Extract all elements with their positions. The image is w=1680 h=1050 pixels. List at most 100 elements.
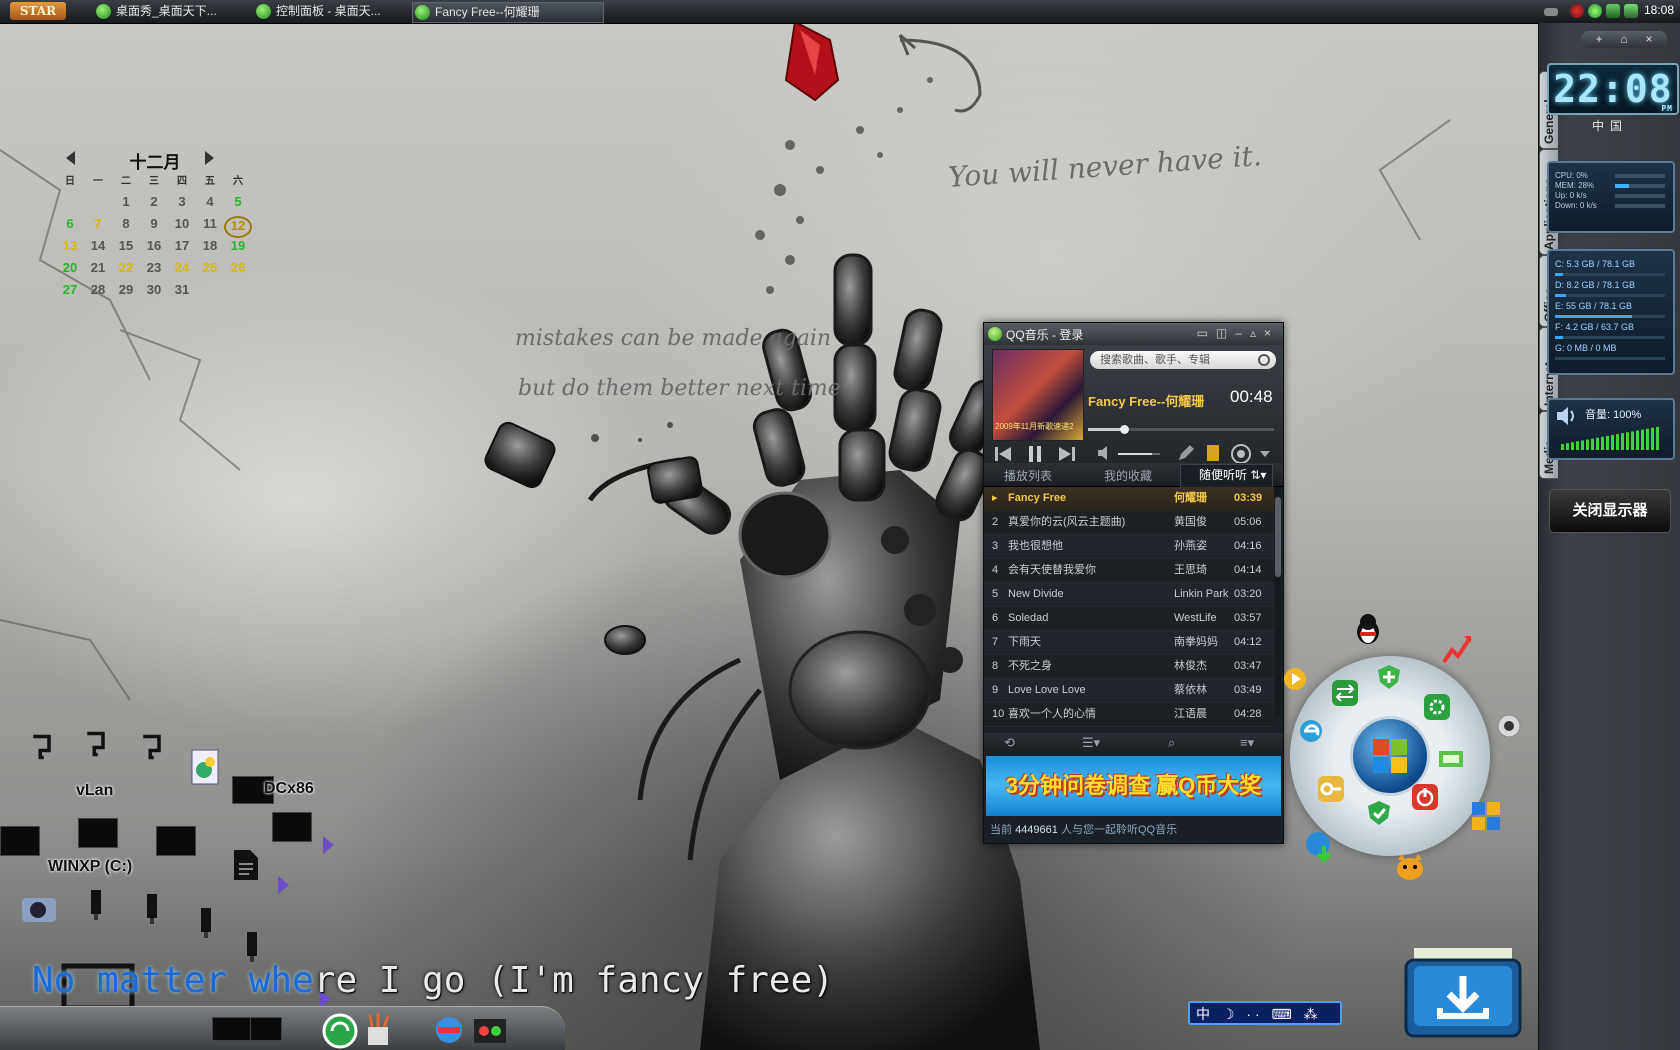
calendar-day[interactable]: 1 [112, 194, 140, 216]
icon-label-dcx86[interactable]: DCx86 [264, 780, 314, 798]
desktop-lyric[interactable]: No matter where I go (I'm fancy free) [32, 960, 834, 1001]
gears-icon[interactable] [1424, 694, 1450, 720]
digital-clock-gadget[interactable]: 22:08 PM [1547, 63, 1679, 115]
calendar-day[interactable]: 23 [140, 260, 168, 282]
playlist-row[interactable]: 9 Love Love Love 蔡依林 03:49 [984, 679, 1274, 703]
volume-gadget[interactable]: 音量: 100% [1547, 398, 1675, 460]
stats-arrow-icon[interactable] [1442, 632, 1472, 666]
qq-music-titlebar[interactable]: QQ音乐 - 登录 ▭◫–▵× [984, 323, 1283, 345]
play-circle-icon[interactable] [1282, 666, 1308, 692]
usb-device-icon[interactable] [88, 888, 104, 922]
calendar-day[interactable]: 26 [224, 260, 252, 282]
keyboard-icon[interactable] [1544, 8, 1558, 16]
network-drive-icon[interactable] [26, 733, 58, 761]
drive-row[interactable]: F: 4.2 GB / 63.7 GB [1549, 320, 1673, 341]
playlist-scrollbar[interactable] [1275, 487, 1281, 717]
chevron-down-icon[interactable] [1258, 443, 1272, 463]
cat-mascot-icon[interactable] [1394, 852, 1426, 882]
drive-row[interactable]: E: 55 GB / 78.1 GB [1549, 299, 1673, 320]
playlist-row[interactable]: 5 New Divide Linkin Park 03:20 [984, 583, 1274, 607]
game-icon[interactable] [472, 1013, 508, 1047]
search-icon[interactable] [1258, 354, 1270, 366]
calendar-day[interactable]: 27 [56, 282, 84, 304]
qq-penguin-icon[interactable] [1352, 612, 1384, 646]
shield-icon[interactable] [1606, 4, 1620, 18]
brushes-icon[interactable] [364, 1013, 392, 1047]
usb-device-icon[interactable] [244, 930, 260, 964]
playlist-row[interactable]: ▸ Fancy Free 何耀珊 03:39 [984, 487, 1274, 511]
calendar-day[interactable]: 15 [112, 238, 140, 260]
ie-icon[interactable] [1298, 718, 1324, 744]
mini-mode-icon[interactable]: ▭ [1197, 326, 1216, 340]
menu-icon[interactable]: ≡▾ [1240, 735, 1254, 751]
playlist-row[interactable]: 8 不死之身 林俊杰 03:47 [984, 655, 1274, 679]
prev-month-icon[interactable] [66, 151, 75, 165]
calendar-day[interactable]: 22 [112, 260, 140, 282]
search-icon[interactable]: ⌕ [1168, 735, 1175, 751]
calendar-day[interactable]: 13 [56, 238, 84, 260]
document-icon[interactable] [232, 848, 260, 882]
search-input[interactable]: 搜索歌曲、歌手、专辑 [1090, 351, 1276, 369]
playlist-row[interactable]: 7 下雨天 南拳妈妈 04:12 [984, 631, 1274, 655]
calendar-day[interactable]: 10 [168, 216, 196, 238]
network-drive-icon[interactable] [136, 733, 168, 761]
download-icon[interactable] [1404, 948, 1522, 1038]
loop-icon[interactable]: ⟲ [1004, 735, 1015, 751]
volume-level-bars[interactable] [1559, 426, 1663, 450]
calendar-day[interactable]: 9 [140, 216, 168, 238]
volume-slider[interactable] [1118, 453, 1160, 455]
next-month-icon[interactable] [205, 151, 214, 165]
tab-playlist[interactable]: 播放列表 [1004, 467, 1052, 484]
calendar-day[interactable]: 21 [84, 260, 112, 282]
key-icon[interactable] [1318, 776, 1344, 802]
calendar-day[interactable]: 28 [84, 282, 112, 304]
close-monitor-button[interactable]: 关闭显示器 [1549, 489, 1671, 533]
calendar-day[interactable]: 29 [112, 282, 140, 304]
calendar-day[interactable]: 12 [224, 216, 252, 238]
calendar-day[interactable]: 24 [168, 260, 196, 282]
folder-icon[interactable] [250, 1017, 282, 1041]
gadget-home-icon[interactable]: ⌂ [1614, 31, 1634, 48]
folder-icon[interactable] [78, 818, 118, 848]
pencil-icon[interactable] [1176, 443, 1196, 463]
screen-icon[interactable] [1438, 746, 1464, 772]
expand-arrow-icon[interactable] [278, 876, 289, 894]
scrollbar-thumb[interactable] [1275, 497, 1281, 577]
calendar-day[interactable]: 11 [196, 216, 224, 238]
calendar-day[interactable]: 19 [224, 238, 252, 260]
calendar-day[interactable]: 3 [168, 194, 196, 216]
minimize-icon[interactable]: – [1235, 326, 1250, 340]
close-sidebar-icon[interactable]: × [1639, 31, 1659, 48]
restore-icon[interactable]: ▵ [1250, 326, 1264, 340]
folder-icon[interactable] [212, 1017, 252, 1041]
taskbar-clock[interactable]: 18:08 [1644, 3, 1674, 17]
network-drive-icon[interactable] [80, 730, 112, 758]
record-icon[interactable] [1570, 4, 1584, 18]
swap-icon[interactable] [1332, 680, 1358, 706]
task-button-control-panel[interactable]: 控制面板 - 桌面天... [254, 2, 408, 21]
playlist-row[interactable]: 10 喜欢一个人的心情 江语晨 04:28 [984, 703, 1274, 727]
playlist-row[interactable]: 3 我也很想他 孙燕姿 04:16 [984, 535, 1274, 559]
calendar-day[interactable]: 31 [168, 282, 196, 304]
windows-tiles-icon[interactable] [1470, 800, 1502, 832]
folder-icon[interactable] [0, 826, 40, 856]
volume-icon[interactable] [1096, 443, 1116, 463]
calendar-day[interactable]: 17 [168, 238, 196, 260]
security-icon[interactable] [1624, 4, 1638, 18]
network-icon[interactable] [1588, 4, 1602, 18]
drive-row[interactable]: D: 8.2 GB / 78.1 GB [1549, 278, 1673, 299]
calendar-day[interactable]: 8 [112, 216, 140, 238]
icon-label-winxp[interactable]: WINXP (C:) [48, 858, 132, 876]
close-icon[interactable]: × [1264, 326, 1279, 340]
skin-icon[interactable]: ◫ [1216, 326, 1235, 340]
playlist-row[interactable]: 2 真爱你的云(风云主题曲) 黄国俊 05:06 [984, 511, 1274, 535]
previous-icon[interactable] [992, 443, 1014, 465]
calendar-day[interactable]: 16 [140, 238, 168, 260]
sound-effect-icon[interactable] [1230, 443, 1252, 465]
playlist-row[interactable]: 6 Soledad WestLife 03:57 [984, 607, 1274, 631]
expand-arrow-icon[interactable] [323, 836, 334, 854]
playlist-row[interactable]: 4 会有天使替我爱你 王思琦 04:14 [984, 559, 1274, 583]
ie-tools-icon[interactable] [432, 1013, 466, 1047]
globe-download-icon[interactable] [1304, 830, 1336, 864]
calendar-day[interactable]: 25 [196, 260, 224, 282]
